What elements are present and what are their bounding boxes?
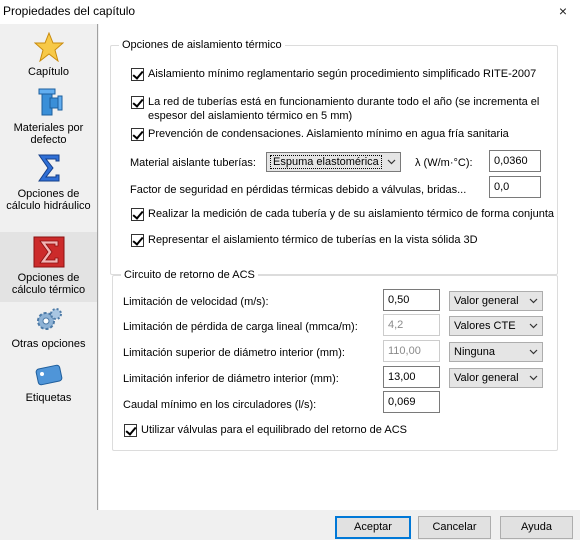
- lambda-input[interactable]: 0,0360: [489, 150, 541, 172]
- group-title: Circuito de retorno de ACS: [121, 269, 258, 281]
- condensation-checkbox[interactable]: Prevención de condensaciones. Aislamient…: [131, 127, 551, 143]
- acs-return-group: Circuito de retorno de ACS Limitación de…: [112, 269, 558, 451]
- sidebar: Capítulo Materiales por defecto Opciones…: [0, 24, 98, 510]
- sidebar-item-label: Opciones de cálculo térmico: [11, 272, 86, 296]
- velocity-select[interactable]: Valor general: [449, 291, 543, 311]
- min-flow-input[interactable]: 0,069: [383, 391, 440, 413]
- chevron-down-icon: [529, 375, 538, 381]
- cancel-button[interactable]: Cancelar: [418, 516, 491, 539]
- chevron-down-icon: [387, 159, 396, 165]
- thermal-options-group: Opciones de aislamiento térmico Aislamie…: [110, 39, 558, 275]
- sidebar-item-calculo-hidraulico[interactable]: Opciones de cálculo hidráulico: [0, 152, 97, 232]
- content-panel: Opciones de aislamiento térmico Aislamie…: [99, 24, 580, 510]
- pipe-icon: [38, 88, 62, 116]
- min-diameter-input[interactable]: 13,00: [383, 366, 440, 388]
- minimum-insulation-checkbox[interactable]: Aislamiento mínimo reglamentario según p…: [131, 67, 551, 83]
- checkbox-checked-icon[interactable]: [131, 68, 144, 81]
- max-diameter-select[interactable]: Ninguna: [449, 342, 543, 362]
- min-diameter-label: Limitación inferior de diámetro interior…: [123, 373, 339, 385]
- sidebar-item-capitulo[interactable]: Capítulo: [0, 32, 97, 84]
- sigma-red-icon: [33, 236, 64, 268]
- chevron-down-icon: [529, 349, 538, 355]
- accept-button[interactable]: Aceptar: [335, 516, 411, 539]
- sidebar-item-calculo-termico[interactable]: Opciones de cálculo térmico: [0, 232, 97, 302]
- help-button[interactable]: Ayuda: [500, 516, 573, 539]
- chevron-down-icon: [529, 298, 538, 304]
- dialog-footer: Aceptar Cancelar Ayuda: [0, 510, 580, 540]
- star-icon: [33, 32, 64, 62]
- chevron-down-icon: [529, 323, 538, 329]
- max-diameter-input[interactable]: 110,00: [383, 340, 440, 362]
- velocity-label: Limitación de velocidad (m/s):: [123, 296, 269, 308]
- sidebar-item-label: Otras opciones: [11, 338, 86, 350]
- title-bar: Propiedades del capítulo ×: [0, 0, 580, 24]
- checkbox-checked-icon[interactable]: [131, 96, 144, 109]
- joint-measurement-checkbox[interactable]: Realizar la medición de cada tubería y d…: [131, 207, 554, 223]
- sidebar-item-otras-opciones[interactable]: Otras opciones: [0, 306, 97, 356]
- group-title: Opciones de aislamiento térmico: [119, 39, 285, 51]
- material-select[interactable]: Espuma elastomérica: [266, 152, 401, 172]
- material-label: Material aislante tuberías:: [130, 157, 256, 169]
- sidebar-item-label: Materiales por defecto: [13, 122, 84, 146]
- velocity-input[interactable]: 0,50: [383, 289, 440, 311]
- min-flow-label: Caudal mínimo en los circuladores (l/s):: [123, 399, 317, 411]
- lambda-label: λ (W/m·°C):: [415, 157, 473, 169]
- safety-factor-input[interactable]: 0,0: [489, 176, 541, 198]
- checkbox-checked-icon[interactable]: [131, 234, 144, 247]
- window-title: Propiedades del capítulo: [3, 4, 136, 18]
- sidebar-item-label: Etiquetas: [25, 392, 72, 404]
- year-round-checkbox[interactable]: La red de tuberías está en funcionamient…: [131, 95, 551, 125]
- head-loss-select[interactable]: Valores CTE: [449, 316, 543, 336]
- min-diameter-select[interactable]: Valor general: [449, 368, 543, 388]
- sidebar-item-materiales[interactable]: Materiales por defecto: [0, 86, 97, 150]
- gears-icon: [36, 308, 62, 330]
- head-loss-label: Limitación de pérdida de carga lineal (m…: [123, 321, 358, 333]
- checkbox-checked-icon[interactable]: [131, 128, 144, 141]
- sigma-icon: [37, 154, 59, 182]
- safety-factor-label: Factor de seguridad en pérdidas térmicas…: [130, 184, 467, 196]
- max-diameter-label: Limitación superior de diámetro interior…: [123, 347, 345, 359]
- checkbox-checked-icon[interactable]: [124, 424, 137, 437]
- sidebar-item-label: Capítulo: [28, 66, 69, 78]
- balancing-valves-checkbox[interactable]: Utilizar válvulas para el equilibrado de…: [124, 423, 544, 439]
- sidebar-item-label: Opciones de cálculo hidráulico: [6, 188, 91, 212]
- head-loss-input[interactable]: 4,2: [383, 314, 440, 336]
- checkbox-checked-icon[interactable]: [131, 208, 144, 221]
- solid-view-checkbox[interactable]: Representar el aislamiento térmico de tu…: [131, 233, 551, 249]
- sidebar-item-etiquetas[interactable]: Etiquetas: [0, 362, 97, 410]
- tag-icon: [35, 364, 62, 386]
- close-icon[interactable]: ×: [554, 2, 572, 20]
